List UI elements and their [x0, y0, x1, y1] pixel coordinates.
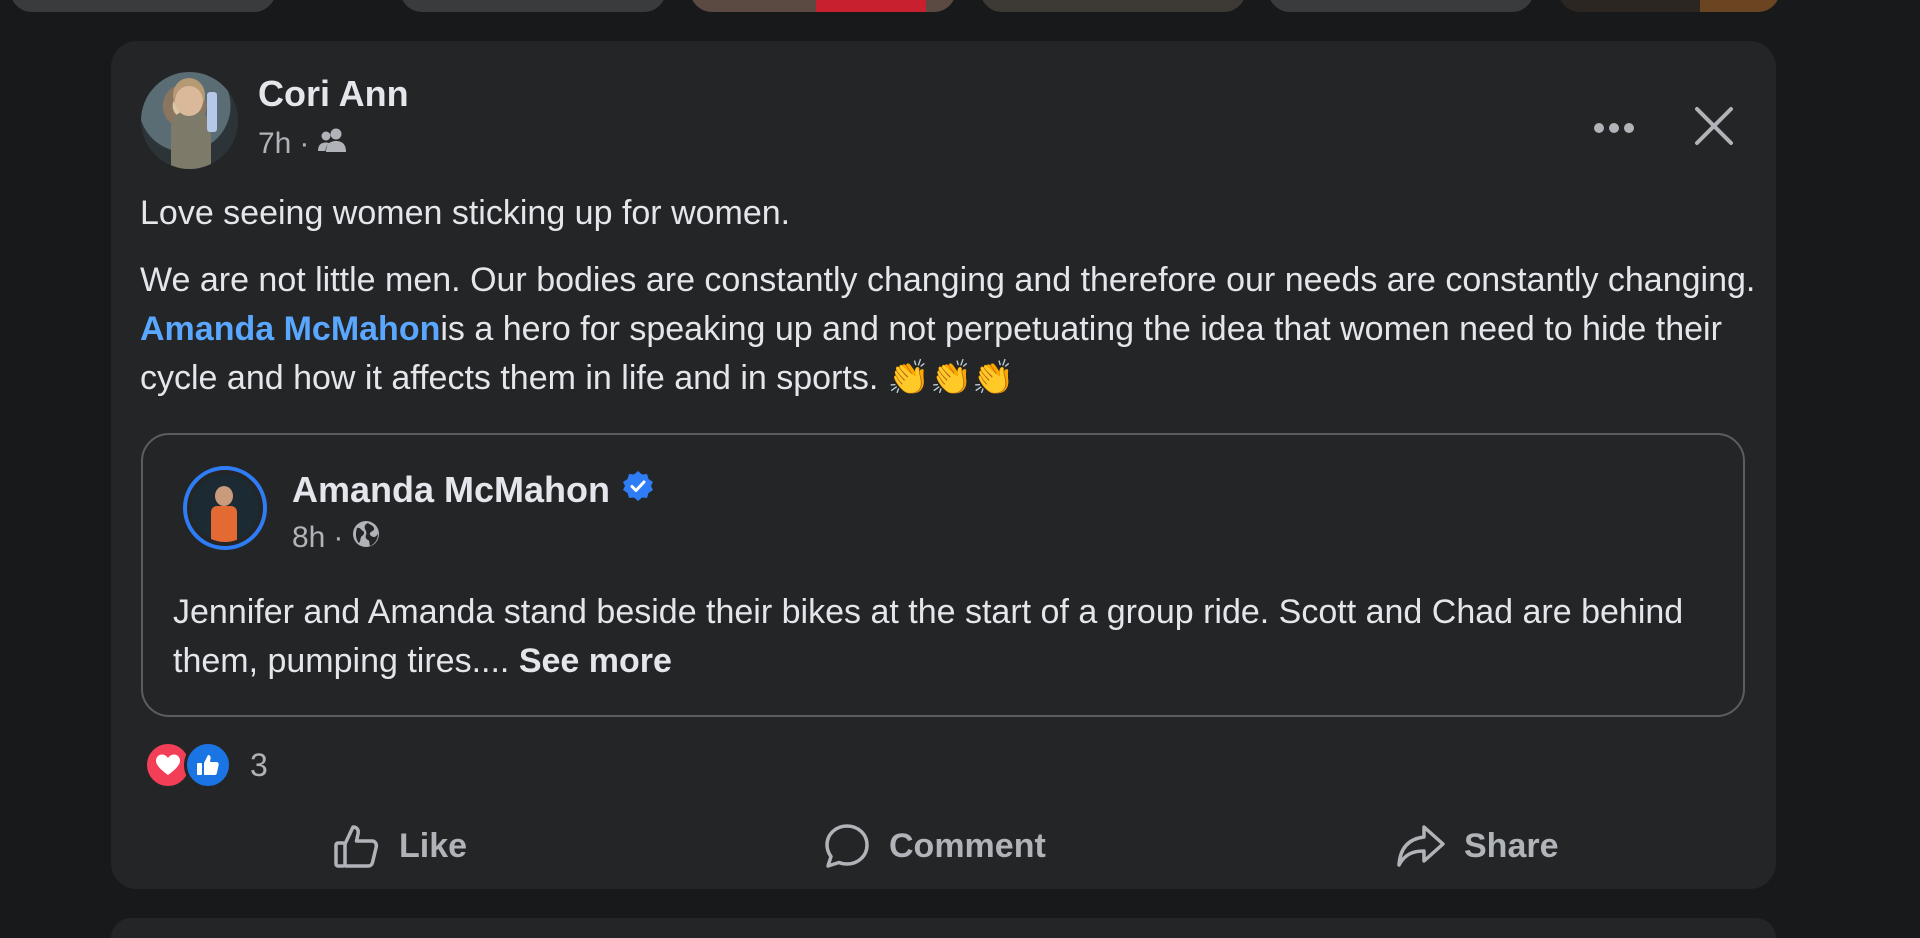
shared-author-name[interactable]: Amanda McMahon [292, 469, 610, 511]
story-card[interactable] [400, 0, 666, 12]
stories-strip [10, 0, 1780, 12]
story-card[interactable] [980, 0, 1246, 12]
shared-author-name-row: Amanda McMahon [292, 469, 654, 511]
shared-post-meta: 8h · [292, 519, 381, 557]
shared-author-avatar[interactable] [183, 466, 267, 550]
meta-separator: · [299, 127, 310, 160]
verified-badge-icon [622, 469, 654, 511]
story-card[interactable] [1268, 0, 1534, 12]
clapping-hands-emoji: 👏👏👏 [887, 359, 1015, 397]
reactions-summary[interactable]: 3 [144, 741, 268, 789]
shared-post-text: Jennifer and Amanda stand beside their b… [173, 588, 1723, 686]
story-card[interactable] [690, 0, 956, 12]
like-label: Like [399, 826, 468, 865]
post-text-body: We are not little men. Our bodies are co… [140, 256, 1760, 403]
post-time[interactable]: 7h [258, 127, 291, 161]
post-meta: 7h · [258, 127, 347, 161]
story-card[interactable] [10, 0, 276, 12]
friends-icon [317, 127, 347, 161]
close-icon [1695, 107, 1733, 145]
comment-icon [825, 824, 869, 868]
story-card[interactable] [1558, 0, 1780, 12]
more-options-button[interactable] [1581, 103, 1647, 153]
comment-label: Comment [889, 826, 1046, 865]
more-icon [1594, 123, 1634, 133]
thumbs-up-icon [334, 825, 379, 868]
post-text-intro: Love seeing women sticking up for women. [140, 194, 791, 232]
see-more-link[interactable]: See more [519, 642, 672, 680]
comment-button[interactable]: Comment [823, 811, 1046, 881]
close-button[interactable] [1681, 93, 1747, 159]
like-button[interactable]: Like [333, 811, 467, 881]
author-avatar[interactable] [141, 72, 238, 169]
next-post-card-edge [111, 918, 1776, 938]
shared-post-card[interactable]: Amanda McMahon 8h · Jennifer and Amanda … [141, 433, 1745, 717]
shared-post-body: Jennifer and Amanda stand beside their b… [173, 593, 1684, 680]
like-reaction-icon [184, 741, 232, 789]
globe-icon [351, 519, 381, 557]
author-name[interactable]: Cori Ann [258, 73, 409, 115]
share-icon [1397, 825, 1445, 867]
meta-separator: · [333, 521, 344, 554]
reaction-count[interactable]: 3 [250, 747, 268, 784]
share-label: Share [1464, 826, 1559, 865]
post-text-before-mention: We are not little men. Our bodies are co… [140, 261, 1756, 299]
action-bar: Like Comment Share [111, 811, 1776, 881]
share-button[interactable]: Share [1396, 811, 1559, 881]
mention-link[interactable]: Amanda McMahon [140, 310, 440, 348]
post-card: Cori Ann 7h · Love seeing women sticking… [111, 41, 1776, 889]
shared-post-time[interactable]: 8h [292, 521, 325, 555]
